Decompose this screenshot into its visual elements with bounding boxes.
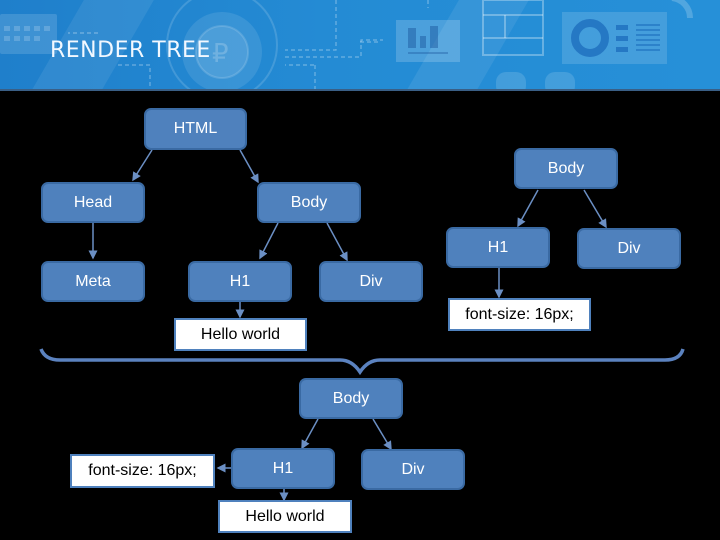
render-style-font-size: font-size: 16px; xyxy=(70,454,215,488)
render-node-body: Body xyxy=(299,378,403,419)
dom-node-meta: Meta xyxy=(41,261,145,302)
dom-node-html: HTML xyxy=(144,108,247,150)
edge-render-body-div xyxy=(372,418,392,451)
dom-node-h1: H1 xyxy=(188,261,292,302)
edge-html-head xyxy=(132,149,153,182)
cssom-style-font-size: font-size: 16px; xyxy=(448,298,591,331)
dom-text-hello-world: Hello world xyxy=(174,318,307,351)
dom-node-head: Head xyxy=(41,182,145,223)
edge-body-div xyxy=(326,222,348,262)
dom-node-div: Div xyxy=(319,261,423,302)
cssom-node-div: Div xyxy=(577,228,681,269)
render-node-div: Div xyxy=(361,449,465,490)
render-text-hello-world: Hello world xyxy=(218,500,352,533)
merge-brace xyxy=(39,348,685,376)
edge-render-body-h1 xyxy=(301,418,319,450)
edge-cssom-body-div xyxy=(583,189,607,229)
edge-body-h1 xyxy=(259,222,279,260)
cssom-node-body: Body xyxy=(514,148,618,189)
cssom-node-h1: H1 xyxy=(446,227,550,268)
dom-node-body: Body xyxy=(257,182,361,223)
render-node-h1: H1 xyxy=(231,448,335,489)
edge-html-body xyxy=(239,149,259,184)
edge-cssom-body-h1 xyxy=(517,189,539,228)
